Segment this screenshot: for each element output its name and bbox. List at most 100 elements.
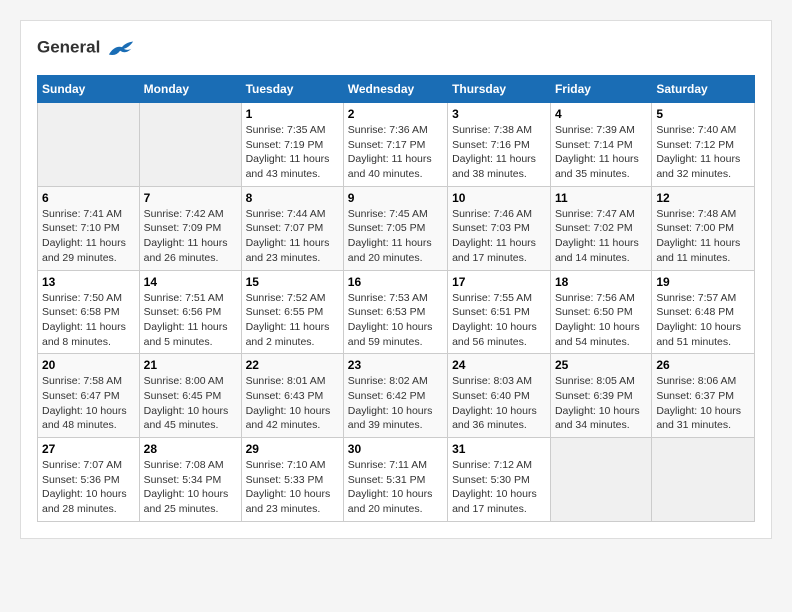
day-info: Sunrise: 7:57 AMSunset: 6:48 PMDaylight:… xyxy=(656,291,750,350)
calendar-day-cell: 16Sunrise: 7:53 AMSunset: 6:53 PMDayligh… xyxy=(343,270,447,354)
day-number: 20 xyxy=(42,358,135,372)
day-info: Sunrise: 7:42 AMSunset: 7:09 PMDaylight:… xyxy=(144,207,237,266)
day-info: Sunrise: 7:45 AMSunset: 7:05 PMDaylight:… xyxy=(348,207,443,266)
calendar-day-cell: 29 Sunrise: 7:10 AMSunset: 5:33 PMDayligh… xyxy=(241,438,343,522)
day-number: 3 xyxy=(452,107,546,121)
calendar-day-cell: 5 Sunrise: 7:40 AMSunset: 7:12 PMDaylight… xyxy=(652,103,755,187)
calendar-week-row: 27Sunrise: 7:07 AMSunset: 5:36 PMDayligh… xyxy=(38,438,755,522)
calendar-container: General SundayMondayTuesdayWednesdayThur… xyxy=(20,20,772,539)
day-of-week-header: Thursday xyxy=(448,76,551,103)
calendar-day-cell xyxy=(652,438,755,522)
day-info: Sunrise: 7:08 AMSunset: 5:34 PMDaylight:… xyxy=(144,458,237,517)
day-number: 14 xyxy=(144,275,237,289)
day-number: 11 xyxy=(555,191,647,205)
day-of-week-header: Sunday xyxy=(38,76,140,103)
calendar-table: SundayMondayTuesdayWednesdayThursdayFrid… xyxy=(37,75,755,522)
calendar-day-cell: 28 Sunrise: 7:08 AMSunset: 5:34 PMDayligh… xyxy=(139,438,241,522)
calendar-day-cell: 10 Sunrise: 7:46 AMSunset: 7:03 PMDayligh… xyxy=(448,186,551,270)
calendar-day-cell: 23 Sunrise: 8:02 AMSunset: 6:42 PMDayligh… xyxy=(343,354,447,438)
day-of-week-header: Wednesday xyxy=(343,76,447,103)
day-info: Sunrise: 7:39 AMSunset: 7:14 PMDaylight:… xyxy=(555,123,647,182)
day-of-week-header: Monday xyxy=(139,76,241,103)
day-of-week-header: Saturday xyxy=(652,76,755,103)
day-info: Sunrise: 8:00 AMSunset: 6:45 PMDaylight:… xyxy=(144,374,237,433)
calendar-day-cell xyxy=(139,103,241,187)
day-info: Sunrise: 7:44 AMSunset: 7:07 PMDaylight:… xyxy=(246,207,339,266)
calendar-day-cell xyxy=(38,103,140,187)
day-number: 5 xyxy=(656,107,750,121)
day-info: Sunrise: 7:36 AMSunset: 7:17 PMDaylight:… xyxy=(348,123,443,182)
day-number: 12 xyxy=(656,191,750,205)
calendar-week-row: 20 Sunrise: 7:58 AMSunset: 6:47 PMDayligh… xyxy=(38,354,755,438)
day-number: 4 xyxy=(555,107,647,121)
logo-bird-icon xyxy=(107,37,135,59)
calendar-day-cell: 15 Sunrise: 7:52 AMSunset: 6:55 PMDayligh… xyxy=(241,270,343,354)
day-info: Sunrise: 7:40 AMSunset: 7:12 PMDaylight:… xyxy=(656,123,750,182)
day-info: Sunrise: 8:03 AMSunset: 6:40 PMDaylight:… xyxy=(452,374,546,433)
day-number: 29 xyxy=(246,442,339,456)
day-info: Sunrise: 7:38 AMSunset: 7:16 PMDaylight:… xyxy=(452,123,546,182)
day-number: 24 xyxy=(452,358,546,372)
day-number: 13 xyxy=(42,275,135,289)
day-number: 31 xyxy=(452,442,546,456)
calendar-day-cell: 2 Sunrise: 7:36 AMSunset: 7:17 PMDaylight… xyxy=(343,103,447,187)
day-number: 9 xyxy=(348,191,443,205)
day-number: 26 xyxy=(656,358,750,372)
day-number: 23 xyxy=(348,358,443,372)
calendar-day-cell: 9 Sunrise: 7:45 AMSunset: 7:05 PMDaylight… xyxy=(343,186,447,270)
day-info: Sunrise: 7:51 AMSunset: 6:56 PMDaylight:… xyxy=(144,291,237,350)
calendar-day-cell: 31 Sunrise: 7:12 AMSunset: 5:30 PMDayligh… xyxy=(448,438,551,522)
day-info: Sunrise: 7:10 AMSunset: 5:33 PMDaylight:… xyxy=(246,458,339,517)
day-info: Sunrise: 8:06 AMSunset: 6:37 PMDaylight:… xyxy=(656,374,750,433)
calendar-day-cell: 18Sunrise: 7:56 AMSunset: 6:50 PMDayligh… xyxy=(550,270,651,354)
day-info: Sunrise: 7:52 AMSunset: 6:55 PMDaylight:… xyxy=(246,291,339,350)
calendar-day-cell: 27Sunrise: 7:07 AMSunset: 5:36 PMDayligh… xyxy=(38,438,140,522)
day-info: Sunrise: 7:41 AMSunset: 7:10 PMDaylight:… xyxy=(42,207,135,266)
day-info: Sunrise: 7:47 AMSunset: 7:02 PMDaylight:… xyxy=(555,207,647,266)
day-info: Sunrise: 8:02 AMSunset: 6:42 PMDaylight:… xyxy=(348,374,443,433)
day-info: Sunrise: 8:01 AMSunset: 6:43 PMDaylight:… xyxy=(246,374,339,433)
calendar-day-cell: 26 Sunrise: 8:06 AMSunset: 6:37 PMDayligh… xyxy=(652,354,755,438)
calendar-week-row: 13 Sunrise: 7:50 AMSunset: 6:58 PMDayligh… xyxy=(38,270,755,354)
calendar-day-cell: 3 Sunrise: 7:38 AMSunset: 7:16 PMDaylight… xyxy=(448,103,551,187)
day-info: Sunrise: 7:53 AMSunset: 6:53 PMDaylight:… xyxy=(348,291,443,350)
day-info: Sunrise: 7:55 AMSunset: 6:51 PMDaylight:… xyxy=(452,291,546,350)
calendar-day-cell: 19 Sunrise: 7:57 AMSunset: 6:48 PMDayligh… xyxy=(652,270,755,354)
day-info: Sunrise: 7:58 AMSunset: 6:47 PMDaylight:… xyxy=(42,374,135,433)
calendar-day-cell: 14 Sunrise: 7:51 AMSunset: 6:56 PMDayligh… xyxy=(139,270,241,354)
calendar-day-cell: 6Sunrise: 7:41 AMSunset: 7:10 PMDaylight… xyxy=(38,186,140,270)
calendar-day-cell: 24 Sunrise: 8:03 AMSunset: 6:40 PMDayligh… xyxy=(448,354,551,438)
day-number: 8 xyxy=(246,191,339,205)
day-of-week-header: Friday xyxy=(550,76,651,103)
calendar-day-cell: 11 Sunrise: 7:47 AMSunset: 7:02 PMDayligh… xyxy=(550,186,651,270)
calendar-day-cell: 22 Sunrise: 8:01 AMSunset: 6:43 PMDayligh… xyxy=(241,354,343,438)
day-info: Sunrise: 7:12 AMSunset: 5:30 PMDaylight:… xyxy=(452,458,546,517)
calendar-day-cell: 25Sunrise: 8:05 AMSunset: 6:39 PMDayligh… xyxy=(550,354,651,438)
logo-line1: General xyxy=(37,37,135,59)
day-number: 28 xyxy=(144,442,237,456)
day-number: 18 xyxy=(555,275,647,289)
day-number: 22 xyxy=(246,358,339,372)
calendar-day-cell: 20 Sunrise: 7:58 AMSunset: 6:47 PMDayligh… xyxy=(38,354,140,438)
day-number: 10 xyxy=(452,191,546,205)
day-info: Sunrise: 7:50 AMSunset: 6:58 PMDaylight:… xyxy=(42,291,135,350)
day-number: 30 xyxy=(348,442,443,456)
day-number: 27 xyxy=(42,442,135,456)
day-number: 2 xyxy=(348,107,443,121)
logo: General xyxy=(37,37,135,59)
day-of-week-header: Tuesday xyxy=(241,76,343,103)
calendar-day-cell: 17Sunrise: 7:55 AMSunset: 6:51 PMDayligh… xyxy=(448,270,551,354)
calendar-day-cell: 13 Sunrise: 7:50 AMSunset: 6:58 PMDayligh… xyxy=(38,270,140,354)
day-number: 21 xyxy=(144,358,237,372)
day-number: 1 xyxy=(246,107,339,121)
day-number: 25 xyxy=(555,358,647,372)
calendar-day-cell: 1 Sunrise: 7:35 AMSunset: 7:19 PMDaylight… xyxy=(241,103,343,187)
day-info: Sunrise: 7:46 AMSunset: 7:03 PMDaylight:… xyxy=(452,207,546,266)
day-number: 15 xyxy=(246,275,339,289)
header: General xyxy=(37,37,755,59)
calendar-week-row: 1 Sunrise: 7:35 AMSunset: 7:19 PMDaylight… xyxy=(38,103,755,187)
day-number: 19 xyxy=(656,275,750,289)
day-info: Sunrise: 7:35 AMSunset: 7:19 PMDaylight:… xyxy=(246,123,339,182)
calendar-day-cell xyxy=(550,438,651,522)
calendar-day-cell: 12Sunrise: 7:48 AMSunset: 7:00 PMDayligh… xyxy=(652,186,755,270)
